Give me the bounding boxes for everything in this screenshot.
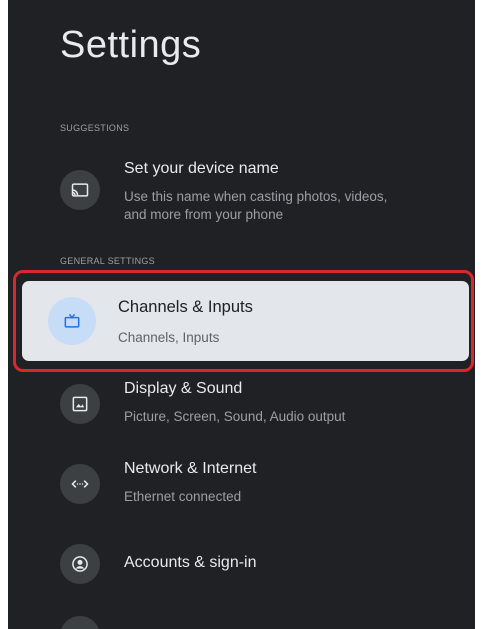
settings-item-channels-inputs[interactable]: Channels & Inputs Channels, Inputs (22, 281, 469, 361)
item-title: Accounts & sign-in (124, 554, 257, 571)
settings-item-network[interactable]: Network & Internet Ethernet connected (8, 454, 475, 516)
image-icon (60, 384, 100, 424)
suggestion-title: Set your device name (124, 160, 279, 177)
page-title: Settings (60, 24, 202, 66)
settings-item-accounts[interactable]: Accounts & sign-in (8, 534, 475, 596)
account-icon (60, 544, 100, 584)
item-subtitle: Channels, Inputs (118, 330, 220, 345)
settings-item-display-sound[interactable]: Display & Sound Picture, Screen, Sound, … (8, 374, 475, 436)
next-item-icon (60, 616, 100, 629)
suggestion-item-device-name[interactable]: Set your device name Use this name when … (8, 152, 475, 238)
suggestion-subtitle-line1: Use this name when casting photos, video… (124, 189, 388, 204)
item-title: Display & Sound (124, 380, 243, 397)
suggestion-subtitle-line2: and more from your phone (124, 207, 284, 222)
network-icon (60, 464, 100, 504)
item-title: Channels & Inputs (118, 298, 253, 316)
item-subtitle: Ethernet connected (124, 489, 242, 504)
tv-icon (48, 297, 96, 345)
cast-icon (60, 170, 100, 210)
item-subtitle: Picture, Screen, Sound, Audio output (124, 409, 346, 424)
section-header-general: GENERAL SETTINGS (60, 256, 155, 266)
item-title: Network & Internet (124, 460, 257, 477)
section-header-suggestions: SUGGESTIONS (60, 123, 130, 133)
